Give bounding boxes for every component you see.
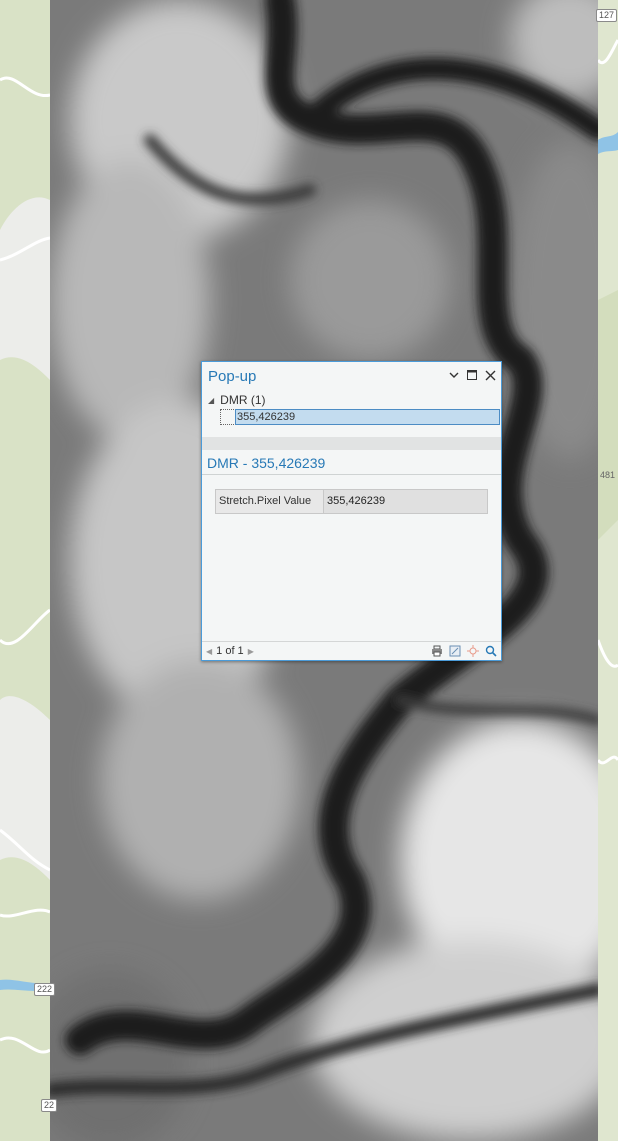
attribute-name: Stretch.Pixel Value [216, 490, 324, 513]
road-shield: 222 [34, 983, 56, 996]
next-icon[interactable]: ▶ [248, 647, 254, 656]
flash-icon[interactable] [466, 644, 479, 657]
footer-tools [430, 644, 497, 657]
tree-feature-item[interactable]: 355,426239 [220, 409, 500, 425]
feature-label[interactable]: 355,426239 [235, 409, 500, 425]
chevron-down-icon[interactable] [448, 369, 460, 381]
attribute-table: Stretch.Pixel Value 355,426239 [215, 489, 488, 514]
tree-connector [220, 409, 234, 425]
popup-title: Pop-up [208, 368, 257, 385]
road-label: 481 [600, 470, 616, 480]
tree-layer-item[interactable]: ◢ DMR (1) [208, 393, 265, 407]
title-bar-controls [448, 369, 496, 381]
section-separator [202, 437, 501, 450]
road-shield: 127 [596, 9, 618, 22]
feature-title: DMR - 355,426239 [207, 455, 326, 471]
print-icon[interactable] [430, 644, 443, 657]
popup-window[interactable]: Pop-up ◢ DMR (1) 355,426239 DMR - 355,42… [201, 361, 502, 661]
maximize-icon[interactable] [466, 369, 478, 381]
expand-caret-icon[interactable]: ◢ [208, 396, 214, 405]
road-shield: 22 [41, 1099, 58, 1112]
close-icon[interactable] [484, 369, 496, 381]
divider [202, 474, 501, 475]
popup-footer: ◀ 1 of 1 ▶ [202, 641, 501, 660]
pager: ◀ 1 of 1 ▶ [206, 645, 254, 657]
previous-icon[interactable]: ◀ [206, 647, 212, 656]
attribute-value: 355,426239 [324, 490, 487, 513]
zoom-to-icon[interactable] [484, 644, 497, 657]
export-icon[interactable] [448, 644, 461, 657]
layer-label: DMR (1) [220, 393, 266, 407]
pager-text: 1 of 1 [216, 645, 244, 657]
